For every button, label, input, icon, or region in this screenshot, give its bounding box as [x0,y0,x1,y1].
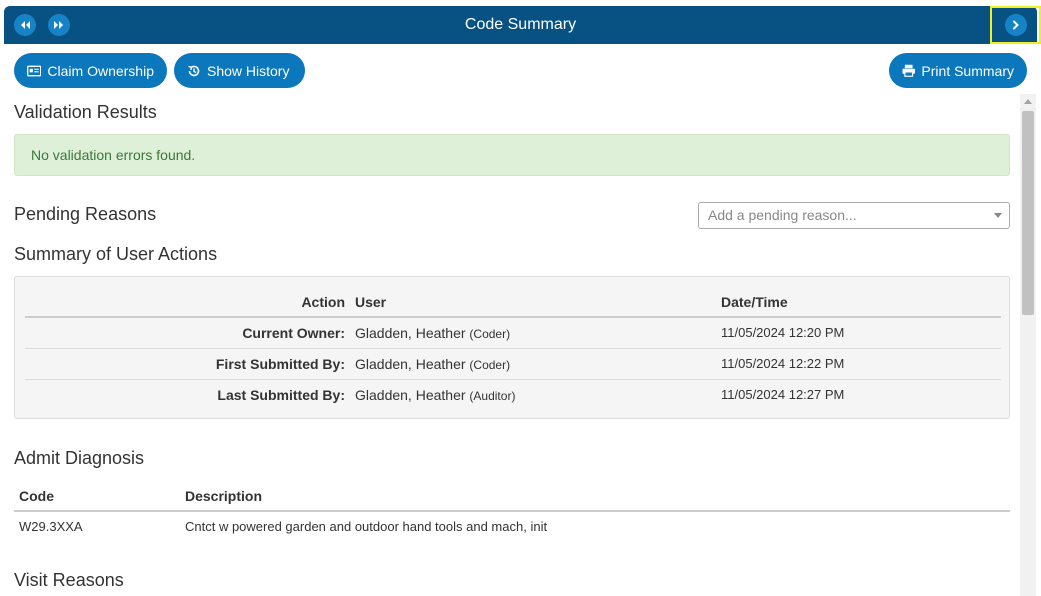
title-bar: Code Summary [4,6,1037,44]
pending-reasons-heading: Pending Reasons [14,204,157,224]
printer-icon [902,64,915,77]
table-row: Last Submitted By: Gladden, Heather (Aud… [25,380,1001,411]
action-label: Current Owner: [242,325,345,341]
claim-ownership-label: Claim Ownership [47,62,154,79]
user-cell: Gladden, Heather (Coder) [355,349,510,380]
highlight-box [990,6,1041,44]
dropdown-caret-icon [994,213,1002,218]
table-row: Current Owner: Gladden, Heather (Coder) … [25,318,1001,349]
user-name: Gladden, Heather [355,325,466,341]
column-header-datetime: Date/Time [721,294,788,310]
show-history-label: Show History [207,62,290,79]
scrollbar-thumb[interactable] [1022,111,1034,315]
pending-reason-placeholder: Add a pending reason... [708,207,857,223]
column-header-code: Code [19,488,54,504]
print-summary-button[interactable]: Print Summary [889,53,1027,88]
table-row: First Submitted By: Gladden, Heather (Co… [25,349,1001,380]
diagnosis-description: Cntct w powered garden and outdoor hand … [185,519,548,534]
history-icon [188,65,200,76]
datetime-cell: 11/05/2024 12:22 PM [721,356,845,371]
user-role: (Coder) [469,327,511,341]
admit-diagnosis-table: Code Description W29.3XXA Cntct w powere… [14,481,1010,542]
show-history-button[interactable]: Show History [174,53,305,88]
column-header-description: Description [185,488,263,504]
table-row: W29.3XXA Cntct w powered garden and outd… [14,512,1010,542]
user-role: (Auditor) [469,389,516,403]
validation-results-heading: Validation Results [14,102,157,122]
user-actions-panel: Action User Date/Time Current Owner: Gla… [14,276,1010,419]
visit-reasons-heading: Visit Reasons [14,570,124,590]
action-label: Last Submitted By: [217,387,345,403]
column-header-user: User [355,294,387,310]
user-actions-heading: Summary of User Actions [14,244,218,264]
user-cell: Gladden, Heather (Auditor) [355,380,515,411]
user-role: (Coder) [469,358,511,372]
datetime-cell: 11/05/2024 12:27 PM [721,387,845,402]
table-header-row: Action User Date/Time [25,287,1001,318]
page-title: Code Summary [464,16,577,33]
datetime-cell: 11/05/2024 12:20 PM [721,325,845,340]
user-actions-table: Action User Date/Time Current Owner: Gla… [25,287,1001,411]
user-name: Gladden, Heather [355,387,466,403]
claim-ownership-button[interactable]: Claim Ownership [14,53,167,88]
table-header-row: Code Description [14,481,1010,512]
column-header-action: Action [301,294,345,310]
content-scrollbar[interactable] [1020,94,1036,596]
validation-success-alert: No validation errors found. [14,134,1010,176]
pending-reason-select[interactable]: Add a pending reason... [698,202,1010,229]
action-label: First Submitted By: [215,356,345,372]
admit-diagnosis-heading: Admit Diagnosis [14,448,145,468]
user-cell: Gladden, Heather (Coder) [355,318,510,349]
id-card-icon [27,65,42,76]
summary-content: Validation Results No validation errors … [0,92,1018,596]
diagnosis-code: W29.3XXA [19,519,83,534]
print-summary-label: Print Summary [921,62,1014,79]
scroll-up-arrow-icon[interactable] [1024,99,1032,104]
user-name: Gladden, Heather [355,356,466,372]
